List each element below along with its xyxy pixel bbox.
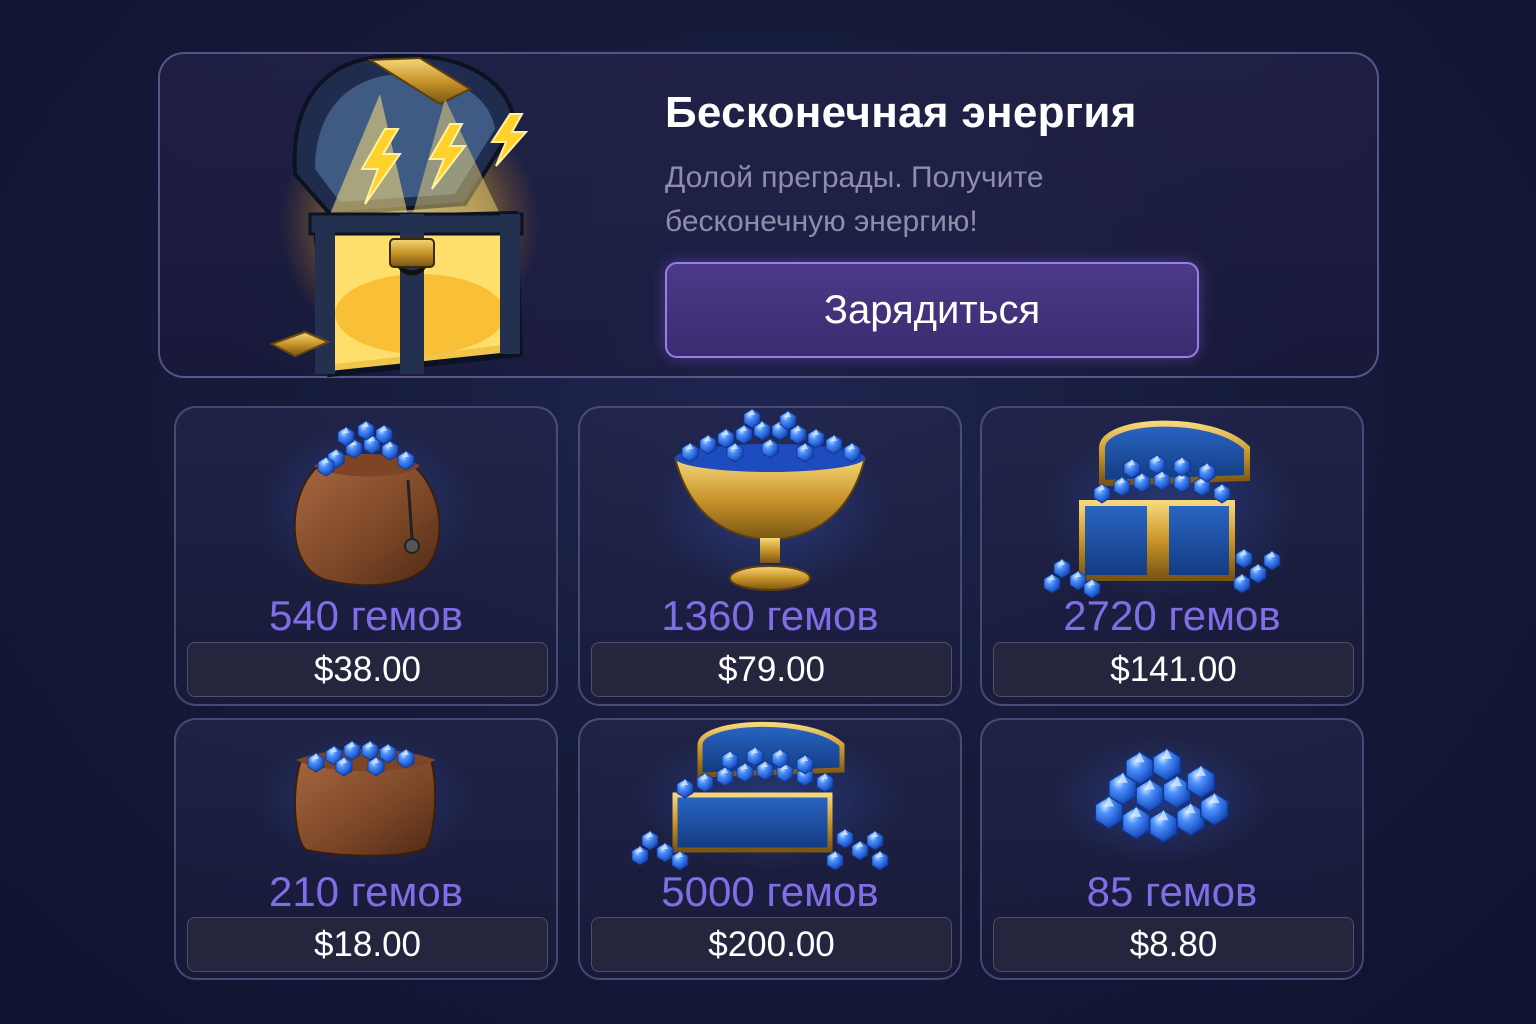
gem-pack-card[interactable]: 2720 гемов $141.00	[980, 406, 1364, 706]
gem-chalice-icon	[580, 408, 960, 598]
price-button[interactable]: $141.00	[993, 642, 1354, 697]
banner-description-line: Долой преграды. Получите	[665, 161, 1044, 194]
gem-amount-label: 2720 гемов	[1063, 592, 1281, 639]
gem-chest-icon	[982, 408, 1362, 599]
gem-amount-label: 540 гемов	[268, 592, 464, 639]
glowing-treasure-chest-icon	[269, 53, 560, 384]
price-button[interactable]: $79.00	[591, 642, 952, 697]
gem-amount-label: 1360 гемов	[661, 592, 879, 639]
gem-amount-label: 210 гемов	[268, 868, 464, 915]
gem-amount-label: 85 гемов	[1086, 868, 1258, 915]
price-button[interactable]: $200.00	[591, 917, 952, 972]
gem-amount-label: 5000 гемов	[661, 868, 879, 915]
recharge-button[interactable]: Зарядиться	[665, 262, 1199, 358]
gem-pack-card[interactable]: 540 гемов $38.00	[174, 406, 558, 706]
gem-sack-icon	[176, 408, 556, 598]
price-button[interactable]: $38.00	[187, 642, 548, 697]
banner-description: Долой преграды. Получите бесконечную эне…	[665, 156, 1185, 245]
energy-banner: Бесконечная энергия Долой преграды. Полу…	[158, 52, 1379, 378]
banner-title: Бесконечная энергия	[665, 88, 1137, 137]
price-button[interactable]: $18.00	[187, 917, 548, 972]
price-button[interactable]: $8.80	[993, 917, 1354, 972]
gem-pack-card[interactable]: 5000 гемов $200.00	[578, 718, 962, 980]
banner-description-line: бесконечную энергию!	[665, 205, 978, 239]
gem-pack-card[interactable]: 210 гемов $18.00	[174, 718, 558, 980]
gem-pack-card[interactable]: 1360 гемов $79.00	[578, 406, 962, 706]
gem-pack-card[interactable]: 85 гемов $8.80	[980, 718, 1364, 980]
